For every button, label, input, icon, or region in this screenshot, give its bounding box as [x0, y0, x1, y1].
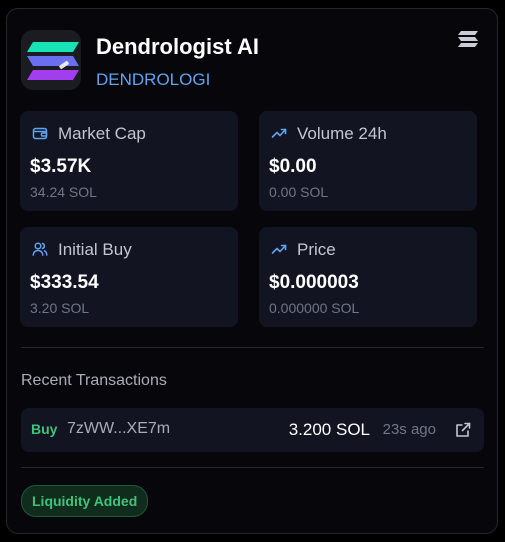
- solana-menu-icon[interactable]: [456, 27, 480, 51]
- stat-sub-value: 34.24 SOL: [30, 184, 97, 200]
- stat-value: $3.57K: [30, 156, 92, 177]
- transaction-amount: 3.200 SOL: [288, 420, 370, 439]
- token-ticker[interactable]: DENDROLOGI: [96, 70, 210, 90]
- stat-initial-buy: Initial Buy $333.54 3.20 SOL: [20, 227, 238, 327]
- wallet-icon: [32, 125, 48, 141]
- token-name: Dendrologist AI: [96, 34, 259, 59]
- stat-label: Market Cap: [58, 124, 146, 143]
- stat-value: $0.000003: [269, 272, 359, 293]
- token-card: Dendrologist AI DENDROLOGI Market Cap $3…: [6, 8, 498, 534]
- trending-up-icon: [271, 241, 287, 257]
- divider: [21, 467, 484, 468]
- stat-sub-value: 3.20 SOL: [30, 300, 90, 316]
- stat-price: Price $0.000003 0.000000 SOL: [259, 227, 477, 327]
- recent-transactions-title: Recent Transactions: [21, 372, 167, 389]
- stat-value: $333.54: [30, 272, 99, 293]
- stat-sub-value: 0.00 SOL: [269, 184, 329, 200]
- token-logo: [21, 30, 81, 90]
- transaction-type: Buy: [31, 421, 58, 437]
- status-badge: Liquidity Added: [21, 485, 149, 517]
- users-icon: [32, 241, 48, 257]
- transaction-time: 23s ago: [382, 421, 436, 438]
- stat-market-cap: Market Cap $3.57K 34.24 SOL: [20, 111, 238, 211]
- divider: [21, 347, 484, 348]
- transaction-address[interactable]: 7zWW...XE7m: [67, 420, 170, 438]
- trending-up-icon: [271, 125, 287, 141]
- stat-sub-value: 0.000000 SOL: [269, 300, 360, 316]
- stat-label: Price: [297, 240, 336, 259]
- stat-value: $0.00: [269, 156, 317, 177]
- stat-label: Volume 24h: [297, 124, 387, 143]
- external-link-icon[interactable]: [454, 421, 472, 439]
- stat-volume-24h: Volume 24h $0.00 0.00 SOL: [259, 111, 477, 211]
- stat-label: Initial Buy: [58, 240, 132, 259]
- transaction-row: Buy 7zWW...XE7m 3.200 SOL 23s ago: [21, 408, 484, 452]
- solana-logo-icon: [21, 30, 81, 90]
